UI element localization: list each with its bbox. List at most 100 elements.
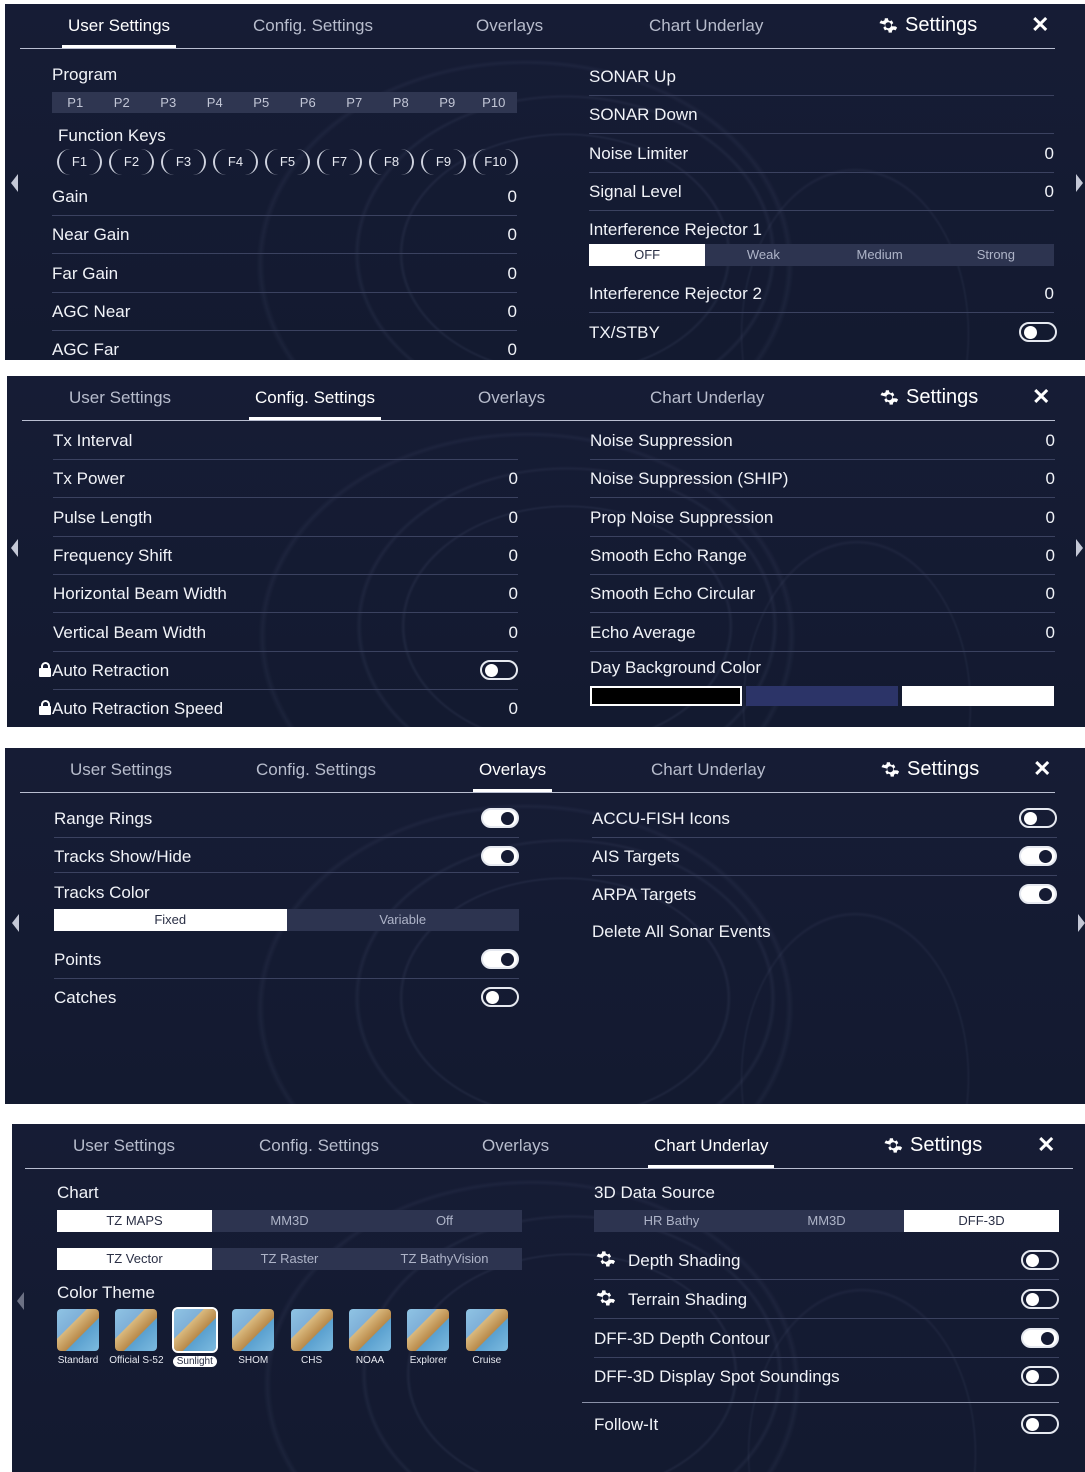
config-setting-row[interactable]: Echo Average 0	[590, 613, 1055, 652]
interference-rejector-option[interactable]: Weak	[705, 244, 821, 266]
close-button[interactable]: ✕	[1032, 384, 1050, 410]
config-setting-row[interactable]: Tx Power 0	[53, 459, 518, 499]
user-setting-row[interactable]: Far Gain 0	[52, 254, 517, 293]
config-setting-row[interactable]: Smooth Echo Range 0	[590, 536, 1055, 575]
tab-overlays[interactable]: Overlays	[472, 760, 553, 792]
color-theme-option[interactable]: Cruise	[459, 1309, 515, 1366]
chart-source-selector[interactable]: TZ MAPS MM3D Off	[57, 1210, 522, 1232]
interference-rejector-1-selector[interactable]: OFF Weak Medium Strong	[589, 244, 1054, 266]
tab-overlays[interactable]: Overlays	[476, 16, 543, 36]
close-button[interactable]: ✕	[1033, 756, 1051, 782]
interference-rejector-option[interactable]: Medium	[822, 244, 938, 266]
settings-button[interactable]: Settings	[878, 386, 978, 409]
tab-user-settings[interactable]: User Settings	[73, 1136, 175, 1156]
dff-depth-contour-toggle[interactable]	[1021, 1328, 1059, 1348]
color-swatch[interactable]	[902, 686, 1054, 706]
range-rings-toggle[interactable]	[481, 808, 519, 828]
tab-chart-underlay[interactable]: Chart Underlay	[649, 16, 763, 36]
function-key-button[interactable]: F8	[369, 149, 414, 175]
program-button[interactable]: P2	[99, 92, 146, 113]
function-key-button[interactable]: F2	[109, 149, 154, 175]
tracks-color-selector[interactable]: Fixed Variable	[54, 909, 519, 931]
config-setting-row[interactable]: Prop Noise Suppression 0	[590, 498, 1055, 537]
tab-user-settings[interactable]: User Settings	[70, 760, 172, 780]
points-toggle[interactable]	[481, 949, 519, 969]
settings-button[interactable]: Settings	[882, 1134, 982, 1157]
chart-type-option[interactable]: TZ BathyVision	[367, 1248, 522, 1270]
interference-rejector-2-row[interactable]: Interference Rejector 2 0	[589, 274, 1054, 313]
gear-icon[interactable]	[594, 1248, 617, 1271]
tab-config-settings[interactable]: Config. Settings	[259, 1136, 379, 1156]
data-source-option[interactable]: MM3D	[749, 1210, 904, 1232]
user-setting-row[interactable]: SONAR Down	[589, 95, 1054, 135]
auto-retraction-speed-row[interactable]: Auto Retraction Speed 0	[39, 689, 518, 727]
program-button[interactable]: P7	[331, 92, 378, 113]
chart-source-option[interactable]: MM3D	[212, 1210, 367, 1232]
tab-user-settings[interactable]: User Settings	[69, 388, 171, 408]
color-swatch[interactable]	[746, 686, 898, 706]
settings-button[interactable]: Settings	[877, 14, 977, 37]
dff-spot-soundings-toggle[interactable]	[1021, 1366, 1059, 1386]
function-key-button[interactable]: F5	[265, 149, 310, 175]
function-key-button[interactable]: F4	[213, 149, 258, 175]
program-button[interactable]: P10	[471, 92, 518, 113]
chart-type-selector[interactable]: TZ Vector TZ Raster TZ BathyVision	[57, 1248, 522, 1270]
arpa-targets-toggle[interactable]	[1019, 884, 1057, 904]
program-button[interactable]: P8	[378, 92, 425, 113]
data-source-option[interactable]: DFF-3D	[904, 1210, 1059, 1232]
tab-config-settings[interactable]: Config. Settings	[256, 760, 376, 780]
function-key-button[interactable]: F7	[317, 149, 362, 175]
program-button[interactable]: P5	[238, 92, 285, 113]
data-source-option[interactable]: HR Bathy	[594, 1210, 749, 1232]
terrain-shading-toggle[interactable]	[1021, 1289, 1059, 1309]
color-theme-option[interactable]: Standard	[50, 1309, 106, 1366]
accu-fish-toggle[interactable]	[1019, 808, 1057, 828]
interference-rejector-option[interactable]: Strong	[938, 244, 1054, 266]
interference-rejector-option[interactable]: OFF	[589, 244, 706, 266]
user-setting-row[interactable]: Gain 0	[52, 177, 517, 216]
chevron-left-icon[interactable]	[12, 914, 19, 932]
tab-chart-underlay[interactable]: Chart Underlay	[650, 388, 764, 408]
data-source-selector[interactable]: HR Bathy MM3D DFF-3D	[594, 1210, 1059, 1232]
chart-source-option[interactable]: TZ MAPS	[57, 1210, 212, 1232]
delete-all-sonar-events-row[interactable]: Delete All Sonar Events	[592, 912, 1057, 950]
tx-stby-toggle[interactable]	[1019, 322, 1057, 342]
color-theme-option[interactable]: CHS	[284, 1309, 340, 1366]
tracks-show-hide-toggle[interactable]	[481, 846, 519, 866]
function-key-button[interactable]: F3	[161, 149, 206, 175]
close-button[interactable]: ✕	[1037, 1132, 1055, 1158]
program-button[interactable]: P4	[192, 92, 239, 113]
color-theme-option[interactable]: Sunlight	[167, 1307, 223, 1369]
chart-type-option[interactable]: TZ Raster	[212, 1248, 367, 1270]
chart-source-option[interactable]: Off	[367, 1210, 522, 1232]
chevron-left-icon[interactable]	[11, 174, 18, 192]
tab-config-settings[interactable]: Config. Settings	[248, 388, 382, 420]
tab-overlays[interactable]: Overlays	[482, 1136, 549, 1156]
chart-type-option[interactable]: TZ Vector	[57, 1248, 212, 1270]
tracks-color-option[interactable]: Fixed	[54, 909, 287, 931]
user-setting-row[interactable]: Near Gain 0	[52, 215, 517, 255]
color-theme-option[interactable]: NOAA	[342, 1309, 398, 1366]
config-setting-row[interactable]: Vertical Beam Width 0	[53, 613, 518, 652]
color-theme-option[interactable]: Official S-52	[108, 1309, 164, 1366]
color-theme-option[interactable]: Explorer	[400, 1309, 456, 1366]
color-swatch[interactable]	[590, 686, 742, 706]
program-selector[interactable]: P1 P2 P3 P4 P5 P6 P7 P8 P9 P10	[52, 92, 517, 113]
config-setting-row[interactable]: Noise Suppression (SHIP) 0	[590, 459, 1055, 499]
user-setting-row[interactable]: AGC Far 0	[52, 330, 517, 360]
config-setting-row[interactable]: Horizontal Beam Width 0	[53, 574, 518, 614]
config-setting-row[interactable]: Tx Interval	[53, 421, 518, 460]
follow-it-toggle[interactable]	[1021, 1414, 1059, 1434]
user-setting-row[interactable]: Signal Level 0	[589, 172, 1054, 211]
ais-targets-toggle[interactable]	[1019, 846, 1057, 866]
tab-config-settings[interactable]: Config. Settings	[253, 16, 373, 36]
config-setting-row[interactable]: Pulse Length 0	[53, 498, 518, 537]
auto-retraction-toggle[interactable]	[480, 660, 518, 680]
program-button[interactable]: P1	[52, 92, 99, 113]
user-setting-row[interactable]: Noise Limiter 0	[589, 134, 1054, 173]
chevron-left-icon[interactable]	[17, 1292, 24, 1310]
function-key-button[interactable]: F10	[473, 149, 518, 175]
tab-user-settings[interactable]: User Settings	[61, 16, 177, 48]
config-setting-row[interactable]: Frequency Shift 0	[53, 536, 518, 575]
close-button[interactable]: ✕	[1031, 12, 1049, 38]
